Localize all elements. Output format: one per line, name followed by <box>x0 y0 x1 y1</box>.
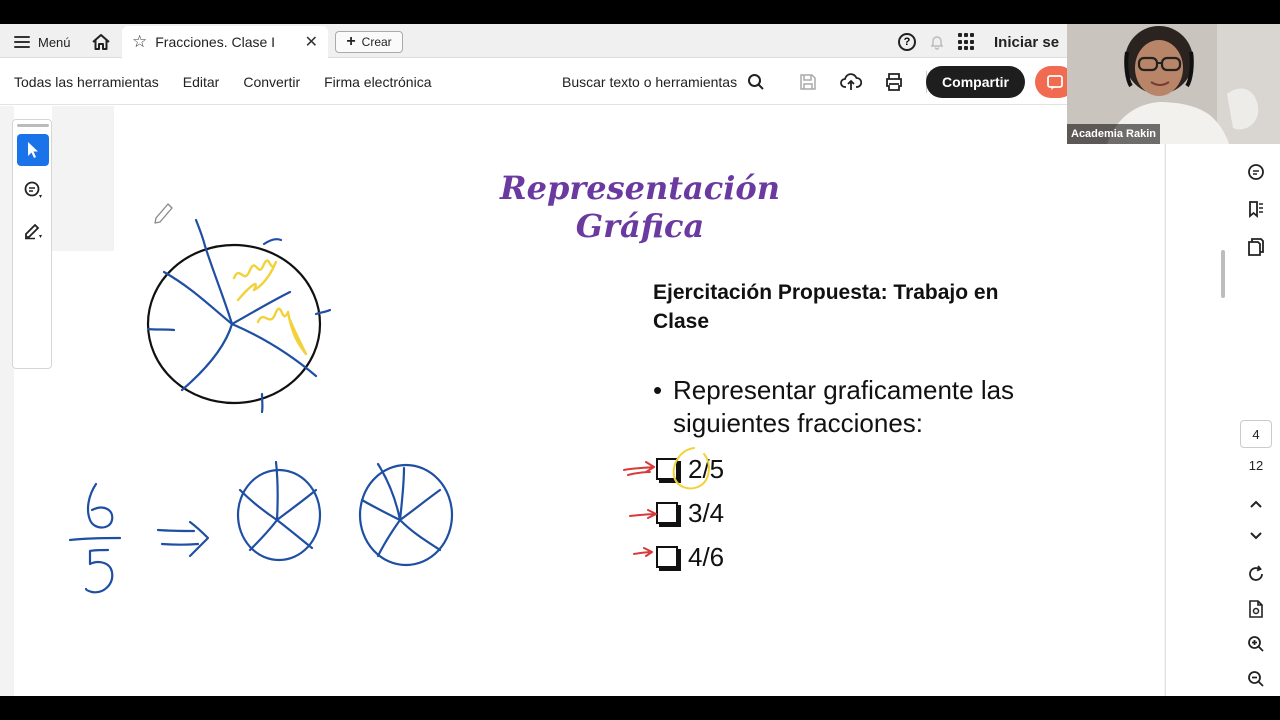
tabbar-right: ? Iniciar se <box>898 30 1059 54</box>
toolbar-icons <box>798 59 927 105</box>
home-button[interactable] <box>88 30 114 54</box>
ai-summary-icon[interactable] <box>1244 160 1268 184</box>
search-tools-button[interactable]: Buscar texto o herramientas <box>562 59 765 105</box>
select-tool-button[interactable] <box>17 134 49 166</box>
fraction-item: 3/4 <box>656 498 724 528</box>
page-settings-icon[interactable] <box>1244 597 1268 621</box>
signin-link[interactable]: Iniciar se <box>994 34 1059 51</box>
fraction-text: 2/5 <box>688 453 725 484</box>
pencil-icon <box>25 223 42 240</box>
fraction-item: 2/5 <box>656 454 724 484</box>
fraction-text: 4/6 <box>688 541 725 572</box>
menu-button[interactable]: Menú <box>8 30 77 54</box>
copy-pages-icon[interactable] <box>1244 235 1268 259</box>
print-icon[interactable] <box>884 72 904 92</box>
bell-icon[interactable] <box>928 33 946 51</box>
comment-tool-button[interactable] <box>17 174 49 206</box>
instruction-text: Representar graficamente las siguientes … <box>673 375 1015 438</box>
slide-title: Representación Gráfica <box>500 169 780 245</box>
canvas-gap <box>52 106 114 251</box>
cloud-upload-icon[interactable] <box>840 72 862 92</box>
ai-assistant-icon <box>1047 75 1063 90</box>
star-icon[interactable]: ☆ <box>132 32 147 52</box>
instruction-bullet: • Representar graficamente las siguiente… <box>653 374 1073 440</box>
nav-all-tools[interactable]: Todas las herramientas <box>14 74 159 90</box>
checkbox-bullet <box>656 502 678 524</box>
home-icon <box>92 34 110 50</box>
menu-label: Menú <box>38 34 71 50</box>
panel-grip[interactable] <box>17 124 49 127</box>
webcam-video: Academia Rakin <box>1067 24 1280 144</box>
participant-name: Academia Rakin <box>1067 124 1160 144</box>
create-label: Crear <box>361 35 392 49</box>
hamburger-icon <box>14 36 30 48</box>
plus-icon: + <box>346 33 356 50</box>
comment-icon <box>24 181 42 198</box>
tab-title: Fracciones. Clase I <box>155 34 276 50</box>
nav-convert[interactable]: Convertir <box>243 74 300 90</box>
chevron-down-icon[interactable] <box>1244 524 1268 548</box>
quick-tools-panel <box>12 119 52 369</box>
vertical-scrollbar[interactable] <box>1216 106 1232 696</box>
refresh-icon[interactable] <box>1244 562 1268 586</box>
share-button[interactable]: Compartir <box>926 66 1025 98</box>
zoom-in-icon[interactable] <box>1244 632 1268 656</box>
fraction-item: 4/6 <box>656 542 724 572</box>
scrollbar-thumb[interactable] <box>1221 250 1225 298</box>
search-icon <box>748 74 764 90</box>
nav-edit[interactable]: Editar <box>183 74 220 90</box>
current-page-field[interactable]: 4 <box>1240 420 1272 448</box>
close-icon[interactable]: ✕ <box>305 32 318 52</box>
checkbox-bullet <box>656 458 678 480</box>
apps-grid-icon[interactable] <box>958 33 976 51</box>
bookmark-icon[interactable] <box>1244 197 1268 221</box>
checkbox-bullet <box>656 546 678 568</box>
total-pages: 12 <box>1248 458 1264 473</box>
bullet-dot: • <box>653 375 663 405</box>
help-icon[interactable]: ? <box>898 33 916 51</box>
exercise-heading: Ejercitación Propuesta: Trabajo en Clase <box>653 281 999 333</box>
fraction-text: 3/4 <box>688 497 725 528</box>
save-icon[interactable] <box>798 72 818 92</box>
cursor-icon <box>28 142 38 158</box>
chevron-up-icon[interactable] <box>1244 492 1268 516</box>
tools-nav: Todas las herramientas Editar Convertir … <box>14 59 432 105</box>
tab-document[interactable]: ☆ Fracciones. Clase I ✕ <box>122 26 328 58</box>
zoom-out-icon[interactable] <box>1244 667 1268 691</box>
draw-tool-button[interactable] <box>17 214 49 246</box>
create-button[interactable]: + Crear <box>335 31 403 53</box>
search-tools-label: Buscar texto o herramientas <box>562 74 738 90</box>
screen: Menú ☆ Fracciones. Clase I ✕ + Crear ? I… <box>0 0 1280 720</box>
nav-e-sign[interactable]: Firma electrónica <box>324 74 431 90</box>
